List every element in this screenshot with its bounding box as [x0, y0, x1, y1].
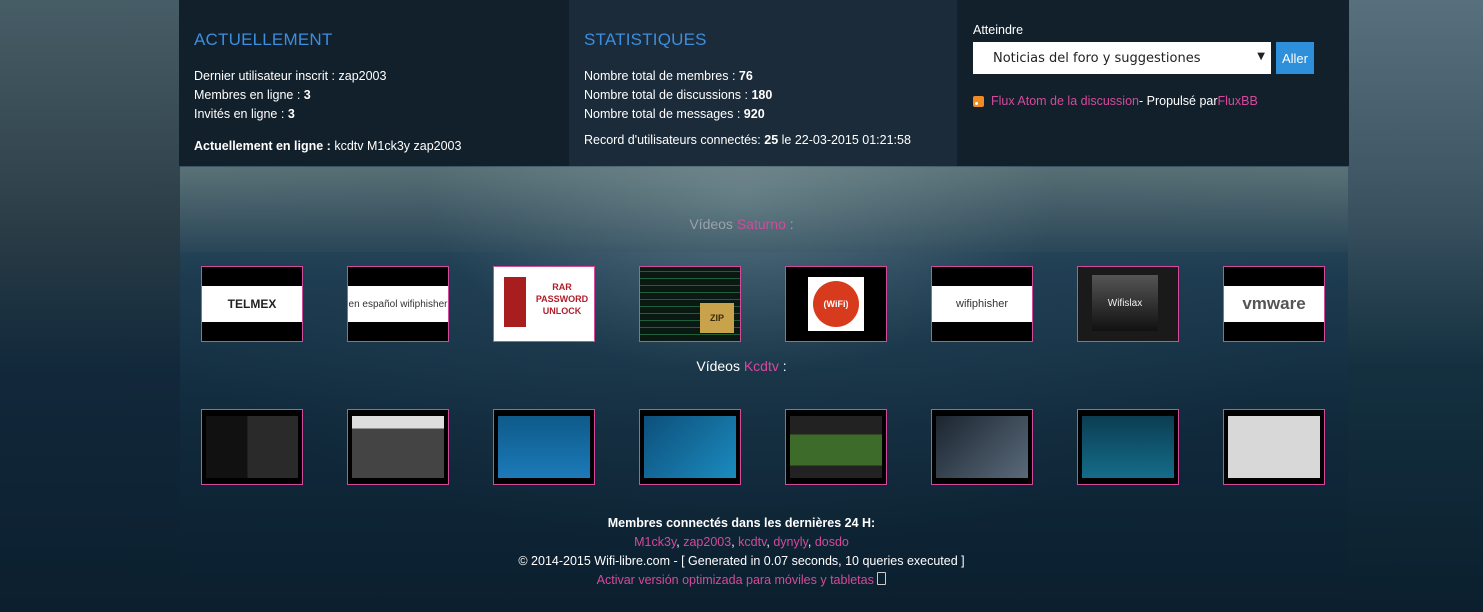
video-thumb-kcdtv-7[interactable]: [1077, 409, 1179, 485]
video-thumb-wifi[interactable]: (WiFi): [785, 266, 887, 342]
currently-heading: ACTUELLEMENT: [194, 30, 333, 49]
video-thumb-zip[interactable]: ZIP: [639, 266, 741, 342]
footer-user-link[interactable]: zap2003: [683, 535, 731, 549]
saturno-videos-title: Vídeos Saturno :: [689, 216, 794, 232]
mobile-version-row: Activar versión optimizada para móviles …: [0, 571, 1483, 590]
goto-section: Atteindre Noticias del foro y suggestion…: [957, 0, 1349, 166]
rss-icon: [973, 95, 984, 107]
video-thumb-kcdtv-2[interactable]: [347, 409, 449, 485]
members-online-line: Membres en ligne : 3: [194, 88, 311, 102]
guests-online-line: Invités en ligne : 3: [194, 107, 295, 121]
goto-label: Atteindre: [973, 23, 1024, 37]
forum-select[interactable]: Noticias del foro y suggestiones ▼: [973, 42, 1271, 74]
dropdown-arrow-icon: ▼: [1257, 51, 1265, 62]
copyright-text: © 2014-2015 Wifi-libre.com - [ Generated…: [518, 554, 965, 568]
statistics-heading: STATISTIQUES: [584, 30, 707, 49]
record-line: Record d'utilisateurs connectés: 25 le 2…: [584, 133, 911, 147]
footer-user-link[interactable]: dynyly: [773, 535, 808, 549]
guests-online-value: 3: [287, 107, 295, 121]
powered-by-text: - Propulsé par: [1139, 94, 1218, 108]
footer-user-link[interactable]: dosdo: [815, 535, 849, 549]
footer-user-link[interactable]: kcdtv: [738, 535, 766, 549]
kcdtv-videos-title: Vídeos Kcdtv :: [696, 358, 787, 374]
video-thumb-kcdtv-3[interactable]: [493, 409, 595, 485]
saturno-link[interactable]: Saturno: [737, 216, 786, 232]
stats-panel: ACTUELLEMENT Dernier utilisateur inscrit…: [179, 0, 1349, 166]
video-thumb-wifiphisher[interactable]: wifiphisher: [931, 266, 1033, 342]
currently-section: ACTUELLEMENT Dernier utilisateur inscrit…: [179, 0, 569, 166]
saturno-videos-row: TELMEX en español wifiphisher RAR PASSWO…: [201, 266, 1325, 342]
video-thumb-vmware[interactable]: vmware: [1223, 266, 1325, 342]
online-now-users[interactable]: kcdtv M1ck3y zap2003: [334, 139, 461, 153]
online-now-line: Actuellement en ligne : kcdtv M1ck3y zap…: [194, 139, 462, 153]
connected-24h-users: M1ck3y, zap2003, kcdtv, dynyly, dosdo: [634, 535, 849, 549]
total-topics-value: 180: [751, 88, 773, 102]
background-road: [180, 167, 1348, 252]
video-thumb-kcdtv-8[interactable]: [1223, 409, 1325, 485]
goto-row: Noticias del foro y suggestiones ▼ Aller: [973, 42, 1335, 74]
total-topics-line: Nombre total de discussions : 180: [584, 88, 773, 102]
total-posts-value: 920: [743, 107, 765, 121]
total-members-value: 76: [738, 69, 753, 83]
connected-24h-label: Membres connectés dans les dernières 24 …: [607, 516, 876, 530]
forum-select-value: Noticias del foro y suggestiones: [993, 50, 1201, 66]
mobile-icon: [877, 572, 887, 585]
video-thumb-rar-unlock[interactable]: RAR PASSWORD UNLOCK: [493, 266, 595, 342]
kcdtv-videos-row: [201, 409, 1325, 485]
feed-line: Flux Atom de la discussion - Propulsé pa…: [973, 94, 1335, 108]
footer: Membres connectés dans les dernières 24 …: [0, 514, 1483, 590]
video-thumb-wifislax[interactable]: Wifislax: [1077, 266, 1179, 342]
fluxbb-link[interactable]: FluxBB: [1218, 94, 1258, 108]
video-thumb-telmex[interactable]: TELMEX: [201, 266, 303, 342]
video-thumb-kcdtv-4[interactable]: [639, 409, 741, 485]
kcdtv-link[interactable]: Kcdtv: [744, 358, 779, 374]
record-date: le 22-03-2015 01:21:58: [778, 133, 911, 147]
record-count: 25: [764, 133, 779, 147]
members-online-value: 3: [303, 88, 311, 102]
total-members-line: Nombre total de membres : 76: [584, 69, 753, 83]
last-user-line: Dernier utilisateur inscrit : zap2003: [194, 69, 387, 83]
atom-feed-link[interactable]: Flux Atom de la discussion: [991, 94, 1139, 108]
video-thumb-kcdtv-6[interactable]: [931, 409, 1033, 485]
statistics-section: STATISTIQUES Nombre total de membres : 7…: [569, 0, 957, 166]
video-thumb-kcdtv-1[interactable]: [201, 409, 303, 485]
video-thumb-wifiphisher-es[interactable]: en español wifiphisher: [347, 266, 449, 342]
footer-user-link[interactable]: M1ck3y: [634, 535, 676, 549]
total-posts-line: Nombre total de messages : 920: [584, 107, 765, 121]
video-thumb-kcdtv-5[interactable]: [785, 409, 887, 485]
goto-button[interactable]: Aller: [1276, 42, 1314, 74]
mobile-version-link[interactable]: Activar versión optimizada para móviles …: [597, 573, 874, 587]
last-user-value: zap2003: [338, 69, 387, 83]
